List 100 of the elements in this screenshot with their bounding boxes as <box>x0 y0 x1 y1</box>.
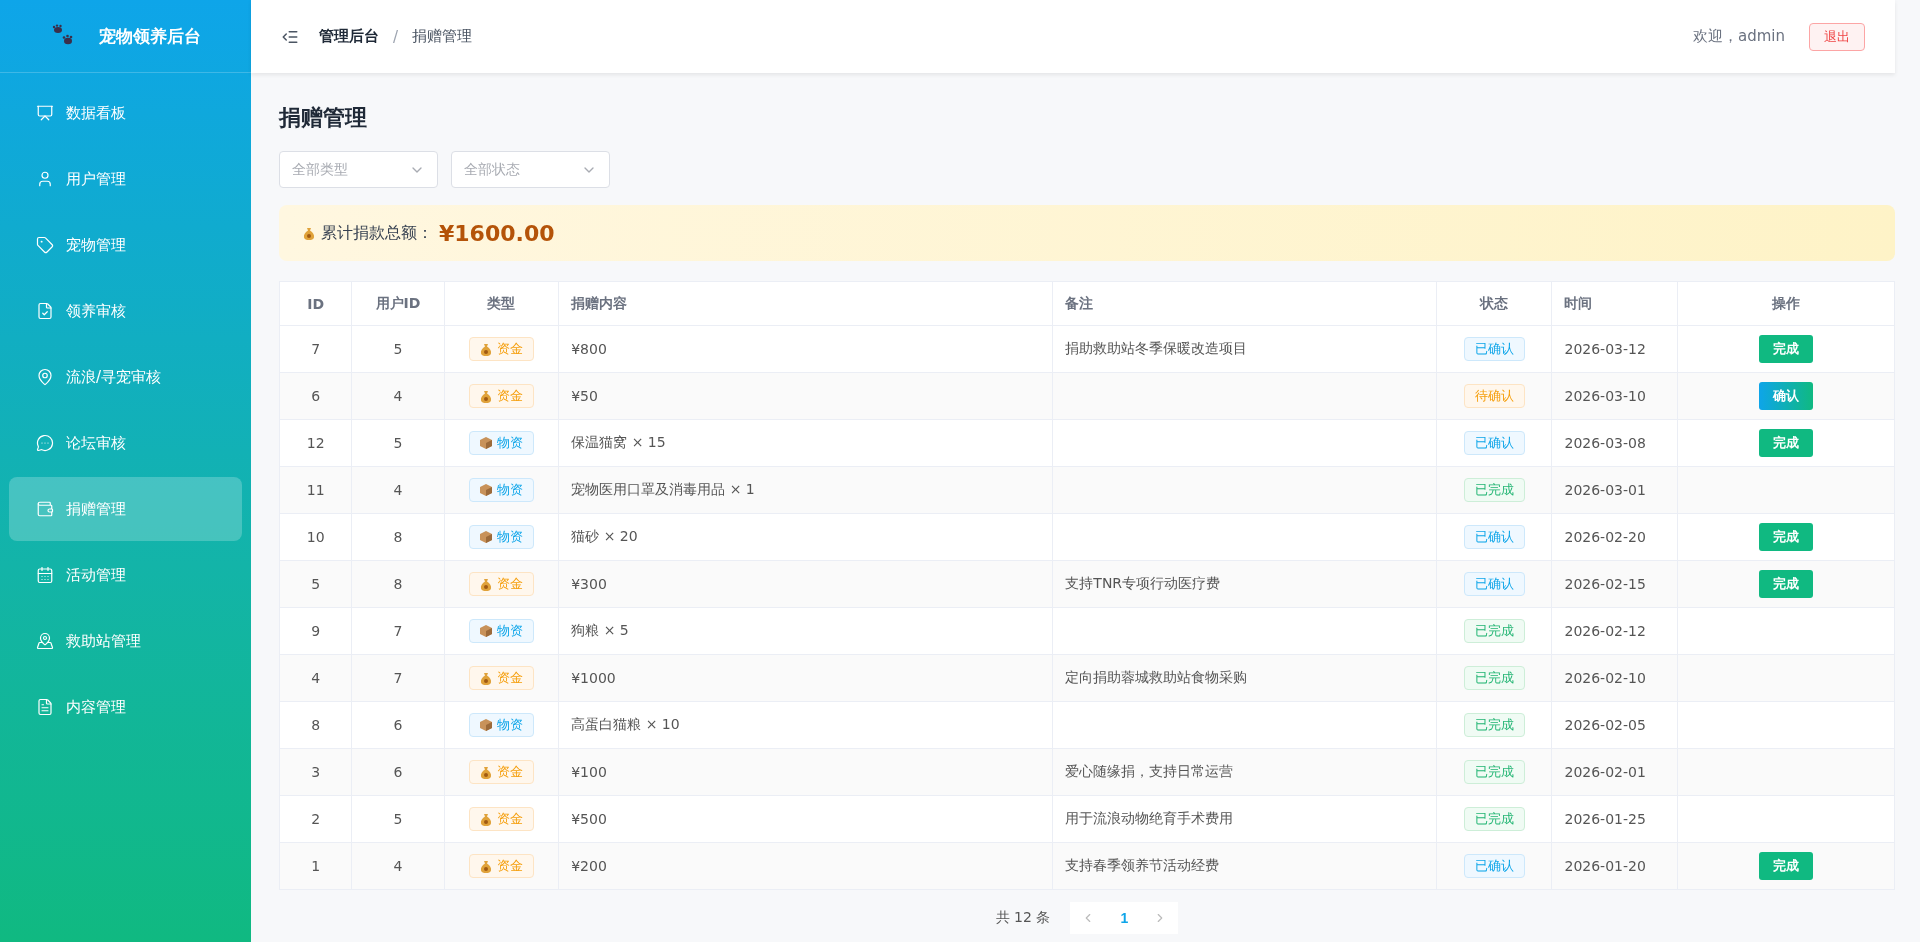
money-bag-icon <box>303 226 315 240</box>
table-cell: 宠物医用口罩及消毒用品 × 1 <box>558 466 1053 514</box>
action-button[interactable]: 完成 <box>1759 852 1813 880</box>
table-cell: 3 <box>279 748 352 796</box>
box-icon <box>479 437 492 449</box>
action-button[interactable]: 完成 <box>1759 429 1813 457</box>
type-tag: 资金 <box>468 854 534 878</box>
table-cell: 支持春季领养节活动经费 <box>1052 842 1437 890</box>
money-bag-icon <box>479 389 492 403</box>
table-cell: 捐助救助站冬季保暖改造项目 <box>1052 325 1437 373</box>
type-tag: 资金 <box>468 760 534 784</box>
table-cell: 2 <box>279 795 352 843</box>
table-cell: 4 <box>351 842 445 890</box>
status-tag: 已完成 <box>1463 619 1525 643</box>
breadcrumb-item[interactable]: 管理后台 <box>319 27 379 46</box>
table-cell: 10 <box>279 513 352 561</box>
sidebar-item[interactable]: 活动管理 <box>9 543 242 607</box>
column-header: ID <box>279 281 352 326</box>
table-cell: 5 <box>351 325 445 373</box>
type-tag: 资金 <box>468 807 534 831</box>
table-cell: 11 <box>279 466 352 514</box>
type-tag: 资金 <box>468 666 534 690</box>
wallet-icon <box>36 500 54 518</box>
sidebar-item[interactable]: 领养审核 <box>9 279 242 343</box>
action-button[interactable]: 完成 <box>1759 523 1813 551</box>
status-tag: 已完成 <box>1463 760 1525 784</box>
table-cell: 猫砂 × 20 <box>558 513 1053 561</box>
table-cell: 4 <box>279 654 352 702</box>
table-cell: 7 <box>351 607 445 655</box>
sidebar-item[interactable]: 宠物管理 <box>9 213 242 277</box>
table-cell: 4 <box>351 372 445 420</box>
table-cell: 2026-01-25 <box>1552 795 1678 843</box>
sidebar-item[interactable]: 数据看板 <box>9 81 242 145</box>
table-cell: ¥100 <box>558 748 1053 796</box>
status-tag: 已完成 <box>1463 478 1525 502</box>
status-tag: 已确认 <box>1463 337 1525 361</box>
sidebar-item[interactable]: 用户管理 <box>9 147 242 211</box>
type-tag: 物资 <box>468 525 534 549</box>
status-tag: 已完成 <box>1463 666 1525 690</box>
money-bag-icon <box>479 812 492 826</box>
status-tag: 已确认 <box>1463 431 1525 455</box>
table-cell: 7 <box>279 325 352 373</box>
table-cell: 8 <box>351 560 445 608</box>
money-bag-icon <box>479 577 492 591</box>
action-button[interactable]: 确认 <box>1759 382 1813 410</box>
filter-select[interactable]: 全部状态 <box>451 151 610 188</box>
sidebar-item[interactable]: 捐赠管理 <box>9 477 242 541</box>
sidebar-item[interactable]: 论坛审核 <box>9 411 242 475</box>
money-bag-icon <box>479 765 492 779</box>
type-tag: 物资 <box>468 431 534 455</box>
status-tag: 已确认 <box>1463 572 1525 596</box>
table-cell: 支持TNR专项行动医疗费 <box>1052 560 1437 608</box>
table-cell: 狗粮 × 5 <box>558 607 1053 655</box>
total-amount: ¥1600.00 <box>439 220 555 246</box>
column-header: 捐赠内容 <box>558 281 1053 326</box>
action-button[interactable]: 完成 <box>1759 335 1813 363</box>
column-header: 状态 <box>1436 281 1552 326</box>
table-cell: 2026-02-01 <box>1552 748 1678 796</box>
table-cell: 5 <box>279 560 352 608</box>
map-pin-icon <box>36 632 54 650</box>
table-cell: 4 <box>351 466 445 514</box>
table-cell: 2026-03-10 <box>1552 372 1678 420</box>
table-cell: 1 <box>279 842 352 890</box>
presentation-icon <box>36 104 54 122</box>
box-icon <box>479 625 492 637</box>
table-cell: 2026-02-12 <box>1552 607 1678 655</box>
type-tag: 物资 <box>468 478 534 502</box>
tag-icon <box>36 236 54 254</box>
user-icon <box>36 170 54 188</box>
status-tag: 已确认 <box>1463 854 1525 878</box>
action-button[interactable]: 完成 <box>1759 570 1813 598</box>
sidebar-item[interactable]: 流浪/寻宠审核 <box>9 345 242 409</box>
sidebar-item[interactable]: 救助站管理 <box>9 609 242 673</box>
box-icon <box>479 719 492 731</box>
table-cell: 6 <box>279 372 352 420</box>
table-cell: ¥1000 <box>558 654 1053 702</box>
column-header: 操作 <box>1677 281 1895 326</box>
column-header: 时间 <box>1552 281 1678 326</box>
status-tag: 已完成 <box>1463 713 1525 737</box>
map-pin-icon <box>36 368 54 386</box>
table-cell: 8 <box>351 513 445 561</box>
type-tag: 物资 <box>468 713 534 737</box>
logout-button[interactable]: 退出 <box>1809 22 1865 51</box>
welcome-text: 欢迎，admin <box>1693 27 1785 46</box>
status-tag: 已确认 <box>1463 525 1525 549</box>
table-cell: 保温猫窝 × 15 <box>558 419 1053 467</box>
type-tag: 资金 <box>468 384 534 408</box>
sidebar-item[interactable]: 内容管理 <box>9 675 242 739</box>
table-cell: 爱心随缘捐，支持日常运营 <box>1052 748 1437 796</box>
box-icon <box>479 484 492 496</box>
table-cell: ¥300 <box>558 560 1053 608</box>
filter-select[interactable]: 全部类型 <box>279 151 438 188</box>
table-cell: 8 <box>279 701 352 749</box>
column-header: 备注 <box>1052 281 1437 326</box>
box-icon <box>479 531 492 543</box>
table-cell: 高蛋白猫粮 × 10 <box>558 701 1053 749</box>
table-cell: 2026-02-05 <box>1552 701 1678 749</box>
table-cell: 12 <box>279 419 352 467</box>
column-header: 用户ID <box>351 281 445 326</box>
total-label: 累计捐款总额： <box>321 222 433 244</box>
